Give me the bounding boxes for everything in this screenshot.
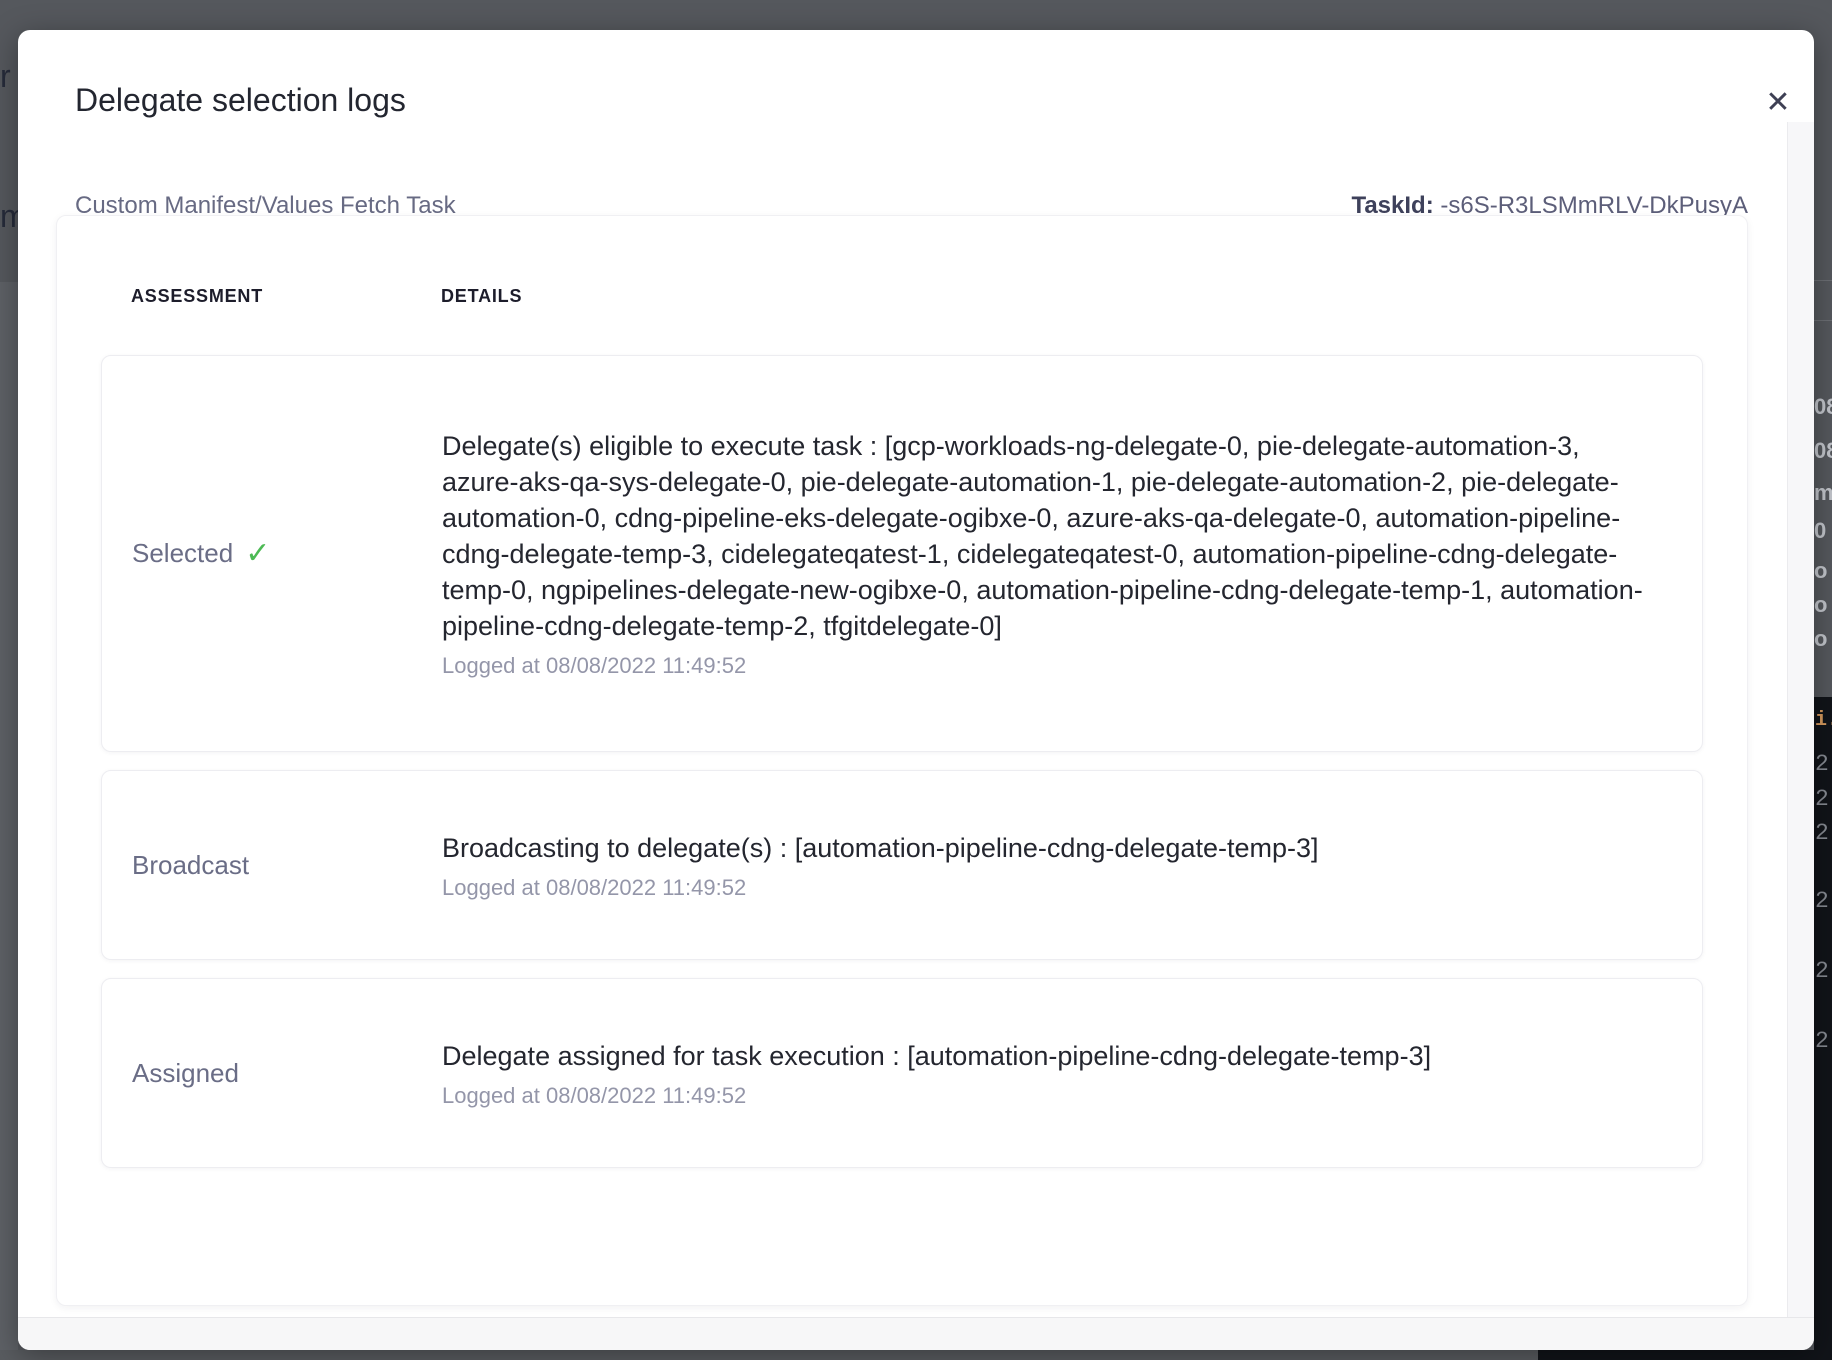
table-row: Selected ✓ Delegate(s) eligible to execu… — [101, 355, 1703, 752]
details-text: Delegate(s) eligible to execute task : [… — [442, 428, 1657, 644]
dialog-title: Delegate selection logs — [75, 82, 406, 119]
details-cell: Delegate assigned for task execution : [… — [442, 1038, 1657, 1109]
close-icon[interactable]: ✕ — [1756, 80, 1800, 124]
console-text-fragment: 2 — [1815, 788, 1829, 811]
table-row: Broadcast Broadcasting to delegate(s) : … — [101, 770, 1703, 960]
dimmed-console-bottom-edge — [1538, 1350, 1832, 1360]
bg-text-fragment: m — [1814, 482, 1832, 504]
bg-text-fragment: 08 — [1814, 440, 1832, 462]
bg-text-fragment: o — [1814, 594, 1832, 616]
assessment-label: Broadcast — [132, 850, 249, 881]
column-header-assessment: ASSESSMENT — [131, 286, 441, 307]
details-text: Broadcasting to delegate(s) : [automatio… — [442, 830, 1657, 866]
bg-text-fragment: 08 — [1814, 396, 1832, 418]
bg-text-fragment: o — [1814, 560, 1832, 582]
bg-divider-line — [1814, 280, 1832, 281]
assessment-cell: Broadcast — [132, 850, 442, 881]
table-row: Assigned Delegate assigned for task exec… — [101, 978, 1703, 1168]
console-text-fragment: 2 — [1815, 1030, 1829, 1053]
bg-text-fragment: o — [1814, 628, 1832, 650]
assessment-label: Selected — [132, 538, 233, 569]
modal-scrollbar[interactable] — [1787, 122, 1814, 1317]
assessment-cell: Selected ✓ — [132, 536, 442, 571]
details-text: Delegate assigned for task execution : [… — [442, 1038, 1657, 1074]
bg-divider-line — [1814, 320, 1832, 321]
details-cell: Broadcasting to delegate(s) : [automatio… — [442, 830, 1657, 901]
console-text-fragment: 2 — [1815, 753, 1829, 776]
table-header-row: ASSESSMENT DETAILS — [101, 286, 1703, 307]
logged-at-timestamp: Logged at 08/08/2022 11:49:52 — [442, 653, 1657, 679]
logged-at-timestamp: Logged at 08/08/2022 11:49:52 — [442, 875, 1657, 901]
dialog-footer — [18, 1317, 1814, 1350]
dimmed-page-right-edge: 08 08 m 0 o o o — [1814, 0, 1832, 697]
check-icon: ✓ — [245, 536, 270, 571]
console-text-fragment: 2 — [1815, 960, 1829, 983]
selection-logs-table: ASSESSMENT DETAILS Selected ✓ Delegate(s… — [56, 215, 1748, 1306]
details-cell: Delegate(s) eligible to execute task : [… — [442, 428, 1657, 679]
dimmed-pipeline-canvas — [0, 282, 18, 1352]
console-text-fragment: 2 — [1815, 890, 1829, 913]
console-text-fragment: i. — [1815, 711, 1832, 731]
dimmed-canvas-bottom-edge — [0, 1350, 1538, 1360]
column-header-details: DETAILS — [441, 286, 522, 307]
dimmed-console-right-edge: i. 2 2 2 2 2 2 — [1814, 697, 1832, 1360]
assessment-label: Assigned — [132, 1058, 239, 1089]
logged-at-timestamp: Logged at 08/08/2022 11:49:52 — [442, 1083, 1657, 1109]
assessment-cell: Assigned — [132, 1058, 442, 1089]
console-text-fragment: 2 — [1815, 822, 1829, 845]
bg-text-fragment: 0 — [1814, 520, 1832, 542]
delegate-selection-logs-dialog: Delegate selection logs ✕ Custom Manifes… — [18, 30, 1814, 1350]
bg-text-fragment: r — [0, 60, 11, 92]
